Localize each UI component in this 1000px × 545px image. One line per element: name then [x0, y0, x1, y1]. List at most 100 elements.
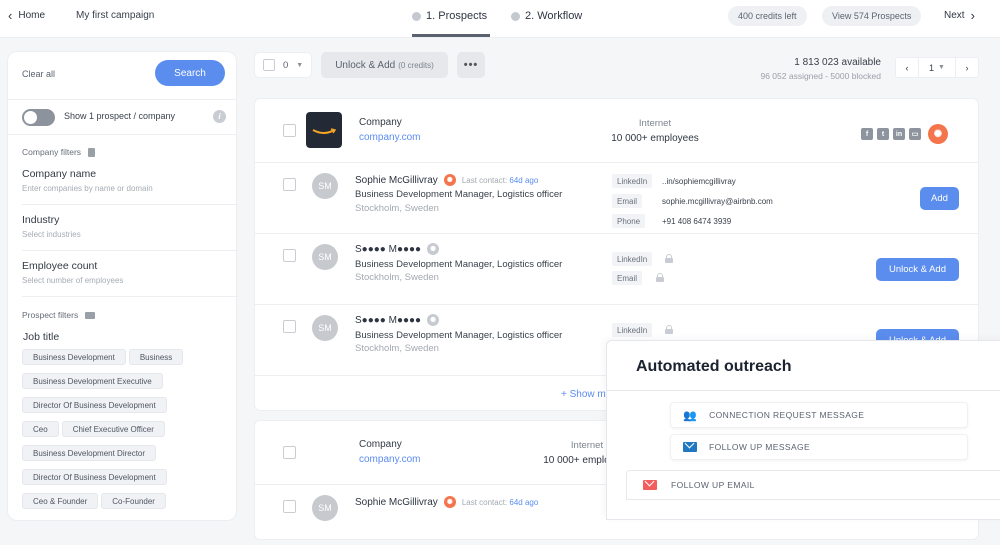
contact-label-email: Email	[612, 271, 643, 285]
filter-title: Employee count	[22, 260, 98, 272]
employee-count-filter[interactable]: Employee count Select number of employee…	[22, 260, 238, 297]
follow-up-email-step[interactable]: FOLLOW UP EMAIL	[626, 470, 1000, 500]
filter-placeholder: Enter companies by name or domain	[22, 184, 153, 193]
industry-filter[interactable]: Industry Select industries	[22, 214, 238, 251]
company-checkbox[interactable]	[283, 446, 296, 459]
job-title-chip[interactable]: Business	[128, 349, 184, 365]
hubspot-icon[interactable]: ✺	[928, 124, 948, 144]
last-contact: Last contact: 64d ago	[462, 498, 539, 507]
job-title-chip[interactable]: Ceo	[22, 421, 59, 437]
hubspot-icon: ✺	[443, 174, 456, 186]
linkedin-value[interactable]: ..in/sophiemcgillivray	[662, 177, 736, 186]
caret-down-icon: ▼	[296, 61, 304, 69]
next-page-button[interactable]: ›	[956, 58, 978, 77]
page-select[interactable]: 1 ▼	[918, 58, 956, 77]
hubspot-icon: ✺	[427, 314, 440, 326]
contact-label-phone: Phone	[612, 214, 646, 228]
selected-count: 0	[283, 59, 289, 71]
job-title-chips: Business Development Business Business D…	[22, 349, 227, 509]
section-label: Prospect filters	[22, 310, 79, 320]
follow-up-message-step[interactable]: FOLLOW UP MESSAGE	[670, 434, 968, 460]
unlock-add-button[interactable]: Unlock & Add	[876, 258, 959, 281]
job-title-label: Job title	[23, 331, 60, 343]
prospect-location: Stockholm, Sweden	[355, 343, 439, 354]
toggle-label: Show 1 prospect / company	[64, 111, 176, 121]
add-prospect-button[interactable]: Add	[920, 187, 959, 210]
connection-request-step[interactable]: 👥 CONNECTION REQUEST MESSAGE	[670, 402, 968, 428]
filter-placeholder: Select number of employees	[22, 276, 124, 285]
company-name: Company	[359, 439, 402, 450]
job-title-chip[interactable]: Director Of Business Development	[22, 469, 167, 485]
prospect-title: Business Development Manager, Logistics …	[355, 189, 563, 200]
one-per-company-toggle[interactable]	[22, 109, 55, 126]
job-title-chip[interactable]: Business Development Executive	[22, 373, 163, 389]
linkedin-icon[interactable]: in	[893, 128, 905, 140]
avatar: SM	[312, 244, 338, 270]
caret-down-icon: ▼	[938, 64, 945, 71]
search-button[interactable]: Search	[155, 60, 225, 86]
credits-cost: (0 credits)	[398, 60, 434, 70]
home-link[interactable]: ‹ Home	[8, 7, 46, 23]
step-label: FOLLOW UP MESSAGE	[709, 442, 811, 452]
prospect-name[interactable]: Sophie McGillivray	[355, 497, 438, 508]
lock-icon	[656, 273, 664, 282]
bulk-unlock-add-button[interactable]: Unlock & Add (0 credits)	[321, 52, 448, 78]
prev-page-button[interactable]: ‹	[896, 58, 918, 77]
facebook-icon[interactable]: f	[861, 128, 873, 140]
panel-title: Automated outreach	[636, 358, 792, 375]
job-title-chip[interactable]: Director Of Business Development	[22, 397, 167, 413]
lock-icon	[665, 254, 673, 263]
prospect-name[interactable]: Sophie McGillivray	[355, 175, 438, 186]
more-options-button[interactable]: •••	[457, 52, 485, 78]
prospect-checkbox[interactable]	[283, 320, 296, 333]
tab-prospects[interactable]: 1. Prospects	[412, 10, 487, 22]
company-domain-link[interactable]: company.com	[359, 454, 421, 465]
prospect-checkbox[interactable]	[283, 500, 296, 513]
sidebar-header: Clear all Search	[8, 52, 236, 100]
chevron-left-icon: ‹	[8, 7, 13, 23]
company-name-filter[interactable]: Company name Enter companies by name or …	[22, 168, 238, 205]
twitter-icon[interactable]: t	[877, 128, 889, 140]
job-title-chip[interactable]: Ceo & Founder	[22, 493, 99, 509]
select-all-checkbox[interactable]	[263, 59, 275, 71]
tab-workflow[interactable]: 2. Workflow	[511, 10, 582, 22]
home-label: Home	[18, 10, 46, 21]
page-number: 1	[929, 62, 935, 73]
last-contact-label: Last contact:	[461, 175, 508, 185]
company-socials: f t in ▭ ✺	[861, 124, 948, 144]
view-prospects-button[interactable]: View 574 Prospects	[822, 6, 922, 26]
prospect-name-line: S●●●● M●●●● ✺	[355, 243, 440, 255]
info-icon[interactable]: i	[213, 110, 226, 123]
tab-label: 2. Workflow	[525, 10, 583, 22]
job-title-chip[interactable]: Co-Founder	[101, 493, 166, 509]
avatar: SM	[312, 173, 338, 199]
briefcase-icon	[85, 311, 96, 319]
clear-all-link[interactable]: Clear all	[22, 69, 55, 79]
step-check-icon	[511, 11, 520, 21]
connection-request-icon: 👥	[683, 409, 698, 422]
lock-icon	[665, 325, 673, 334]
phone-value[interactable]: +91 408 6474 3939	[662, 217, 731, 226]
prospect-location: Stockholm, Sweden	[355, 272, 439, 283]
avatar: SM	[312, 495, 338, 521]
automated-outreach-panel: Automated outreach 👥 CONNECTION REQUEST …	[606, 340, 1000, 520]
website-icon[interactable]: ▭	[909, 128, 921, 140]
select-all-dropdown[interactable]: 0 ▼	[254, 52, 312, 78]
company-domain-link[interactable]: company.com	[359, 132, 421, 143]
prospect-name-masked: S●●●● M●●●●	[355, 314, 422, 326]
job-title-chip[interactable]: Chief Executive Officer	[61, 421, 165, 437]
prospect-checkbox[interactable]	[283, 249, 296, 262]
company-name: Company	[359, 117, 402, 128]
company-checkbox[interactable]	[283, 124, 296, 137]
job-title-chip[interactable]: Business Development Director	[22, 445, 157, 461]
job-title-chip[interactable]: Business Development	[22, 349, 126, 365]
company-filters-heading: Company filters	[22, 147, 96, 157]
company-row: Company company.com Internet 10 000+ emp…	[255, 99, 978, 163]
email-value[interactable]: sophie.mcgillivray@airbnb.com	[662, 197, 773, 206]
campaign-name: My first campaign	[76, 10, 155, 21]
contact-label-linkedin: LinkedIn	[612, 252, 653, 266]
credits-left-badge: 400 credits left	[728, 6, 807, 26]
prospect-name-line: S●●●● M●●●● ✺	[355, 314, 440, 326]
next-button[interactable]: Next ›	[944, 9, 975, 22]
prospect-checkbox[interactable]	[283, 178, 296, 191]
